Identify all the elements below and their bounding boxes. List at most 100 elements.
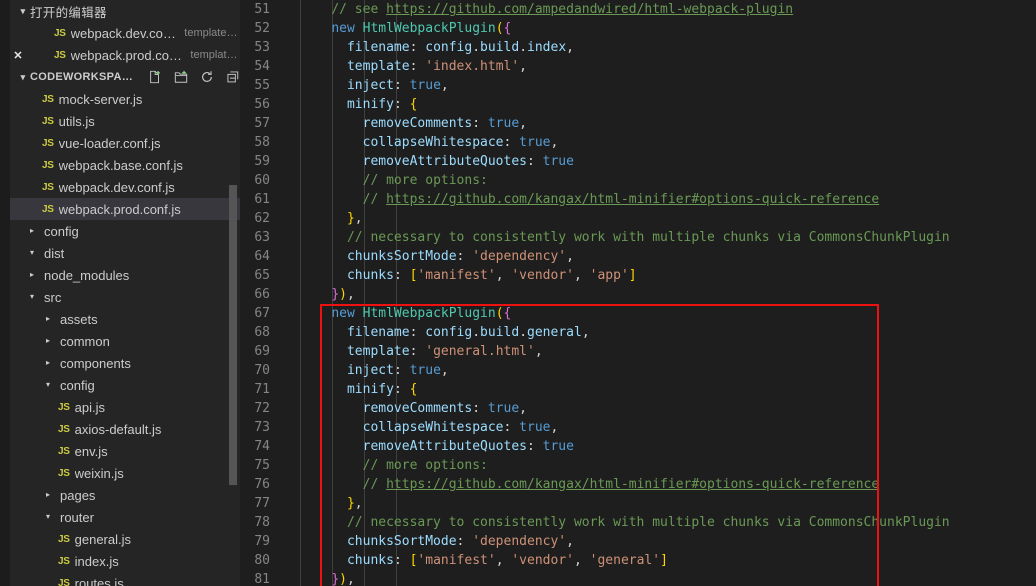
sidebar-scrollbar[interactable] [229, 185, 237, 485]
tree-folder-label: pages [60, 487, 96, 503]
code-token: // [362, 192, 387, 207]
code-token: 'dependency' [472, 249, 567, 264]
chevron-down-icon[interactable] [42, 513, 54, 521]
code-token: general [527, 325, 582, 340]
code-line: 78 // necessary to consistently work wit… [240, 513, 1036, 532]
tree-file-item[interactable]: JS webpack.dev.conf.js [10, 176, 240, 198]
tree-file-label: utils.js [58, 113, 95, 129]
new-file-icon[interactable] [147, 70, 162, 85]
code-token: ] [628, 268, 637, 283]
code-text: minify: { [290, 95, 1036, 114]
code-token: // see [331, 2, 387, 17]
js-file-icon: JS [42, 137, 54, 149]
open-editors-section-header[interactable]: ▾ 打开的编辑器 [10, 0, 240, 22]
chevron-down-icon[interactable] [42, 381, 54, 389]
tree-folder-item[interactable]: src [10, 286, 240, 308]
code-text: chunks: ['manifest', 'vendor', 'general'… [290, 551, 1036, 570]
tree-folder-item[interactable]: common [10, 330, 240, 352]
tree-file-item[interactable]: JS utils.js [10, 110, 240, 132]
tree-file-item[interactable]: JS env.js [10, 440, 240, 462]
code-token: 'dependency' [472, 534, 567, 549]
tree-file-item[interactable]: JS axios-default.js [10, 418, 240, 440]
workspace-section-header[interactable]: ▾ CODEWORKSPACE… [10, 66, 240, 88]
code-token: { [503, 21, 512, 36]
open-editors-title: 打开的编辑器 [30, 5, 107, 20]
chevron-down-icon[interactable] [26, 249, 38, 257]
js-file-icon: JS [54, 49, 66, 61]
activity-bar-strip [0, 0, 10, 586]
code-token: collapseWhitespace [362, 420, 504, 435]
code-token: : [503, 420, 520, 435]
tree-folder-item[interactable]: components [10, 352, 240, 374]
chevron-right-icon[interactable] [42, 337, 54, 345]
tree-folder-item[interactable]: config [10, 220, 240, 242]
new-folder-icon[interactable] [173, 70, 188, 85]
tree-file-item[interactable]: JS routes.js [10, 572, 240, 586]
code-token: { [409, 97, 418, 112]
line-number: 53 [254, 40, 270, 55]
tree-file-item[interactable]: JS webpack.base.conf.js [10, 154, 240, 176]
tree-file-item[interactable]: JS general.js [10, 528, 240, 550]
refresh-icon[interactable] [199, 70, 214, 85]
tree-folder-item[interactable]: pages [10, 484, 240, 506]
code-line: 58 collapseWhitespace: true, [240, 133, 1036, 152]
code-editor[interactable]: 51 // see https://github.com/ampedandwir… [240, 0, 1036, 586]
code-line: 53 filename: config.build.index, [240, 38, 1036, 57]
tree-file-item[interactable]: JS mock-server.js [10, 88, 240, 110]
code-token: , [566, 40, 574, 55]
code-token: HtmlWebpackPlugin [362, 21, 496, 36]
chevron-right-icon[interactable] [26, 271, 38, 279]
js-file-icon: JS [58, 445, 70, 457]
tree-folder-item[interactable]: config [10, 374, 240, 396]
tree-file-item[interactable]: JS webpack.prod.conf.js [10, 198, 240, 220]
code-token: true [409, 78, 441, 93]
tree-file-item[interactable]: JS api.js [10, 396, 240, 418]
line-number: 56 [254, 97, 270, 112]
file-tree: JS mock-server.js JS utils.js JS vue-loader.c… [10, 88, 240, 586]
tree-folder-item[interactable]: assets [10, 308, 240, 330]
code-text: // necessary to consistently work with m… [290, 228, 1036, 247]
code-link[interactable]: https://github.com/kangax/html-minifier#… [386, 192, 879, 207]
code-text: // https://github.com/kangax/html-minifi… [290, 475, 1036, 494]
tree-file-item[interactable]: JS weixin.js [10, 462, 240, 484]
code-token: // necessary to consistently work with m… [346, 515, 950, 530]
open-editor-item[interactable]: ✕ JS webpack.prod.conf.js template… [10, 44, 240, 66]
code-token: 'general.html' [425, 344, 535, 359]
code-text: removeComments: true, [290, 114, 1036, 133]
tree-folder-item[interactable]: dist [10, 242, 240, 264]
tree-file-item[interactable]: JS index.js [10, 550, 240, 572]
tree-folder-item[interactable]: node_modules [10, 264, 240, 286]
chevron-down-icon[interactable] [26, 293, 38, 301]
code-token: : [456, 249, 473, 264]
chevron-right-icon[interactable] [42, 359, 54, 367]
js-file-icon: JS [42, 181, 54, 193]
open-editor-item[interactable]: JS webpack.dev.conf.js template •… [10, 22, 240, 44]
code-token: 'index.html' [425, 59, 520, 74]
code-token: template [346, 59, 410, 74]
collapse-all-icon[interactable] [225, 70, 240, 85]
tree-folder-label: common [60, 333, 110, 349]
code-token: : [393, 78, 410, 93]
code-token: template [346, 344, 410, 359]
code-token: : [409, 344, 426, 359]
chevron-right-icon[interactable] [26, 227, 38, 235]
chevron-right-icon[interactable] [42, 491, 54, 499]
tree-file-item[interactable]: JS vue-loader.conf.js [10, 132, 240, 154]
js-file-icon: JS [58, 555, 70, 567]
code-token: : [393, 268, 410, 283]
close-icon[interactable]: ✕ [10, 49, 26, 62]
tree-folder-item[interactable]: router [10, 506, 240, 528]
code-token: filename [346, 40, 410, 55]
code-link[interactable]: https://github.com/ampedandwired/html-we… [386, 2, 793, 17]
code-link[interactable]: https://github.com/kangax/html-minifier#… [386, 477, 879, 492]
code-line: 63 // necessary to consistently work wit… [240, 228, 1036, 247]
code-text: minify: { [290, 380, 1036, 399]
chevron-right-icon[interactable] [42, 315, 54, 323]
